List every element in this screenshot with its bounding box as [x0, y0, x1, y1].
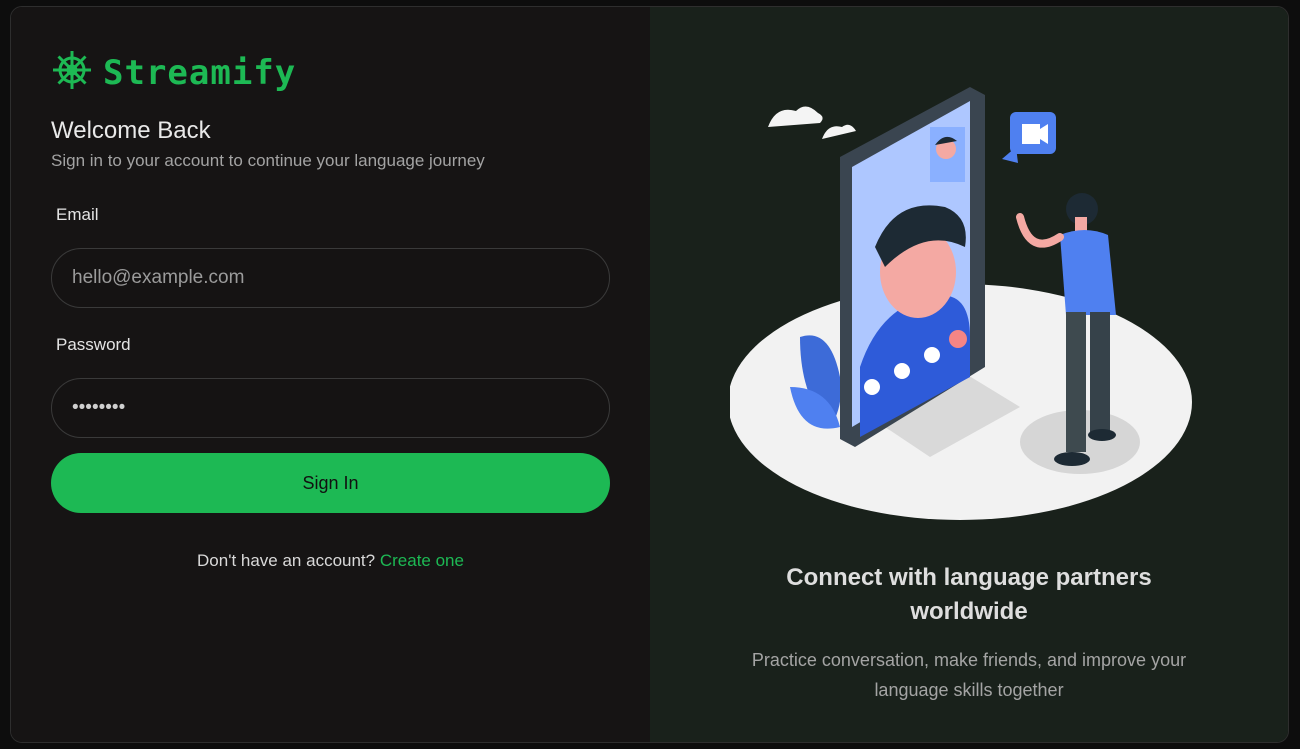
password-field[interactable] [72, 397, 589, 419]
ship-wheel-icon [51, 49, 93, 96]
page-title: Welcome Back [51, 117, 211, 144]
signup-prompt: Don't have an account? Create one [11, 551, 650, 571]
promo-title: Connect with language partners worldwide [786, 564, 1152, 625]
email-field-wrapper [51, 248, 610, 308]
video-call-illustration [728, 67, 1210, 532]
create-account-link[interactable]: Create one [380, 551, 464, 570]
password-label: Password [56, 335, 131, 354]
promo-text: Practice conversation, make friends, and… [751, 650, 1187, 700]
app-frame: Streamify Welcome Back Sign in to your a… [10, 6, 1289, 743]
page-subtitle: Sign in to your account to continue your… [51, 151, 485, 170]
sign-in-button[interactable]: Sign In [51, 453, 610, 513]
login-panel: Streamify Welcome Back Sign in to your a… [11, 7, 650, 742]
signup-prompt-text: Don't have an account? [197, 551, 376, 570]
brand: Streamify [51, 49, 296, 96]
promo-panel: Connect with language partners worldwide… [650, 7, 1288, 742]
email-label: Email [56, 205, 99, 224]
password-field-wrapper [51, 378, 610, 438]
email-field[interactable] [72, 267, 589, 289]
brand-name: Streamify [103, 52, 297, 93]
